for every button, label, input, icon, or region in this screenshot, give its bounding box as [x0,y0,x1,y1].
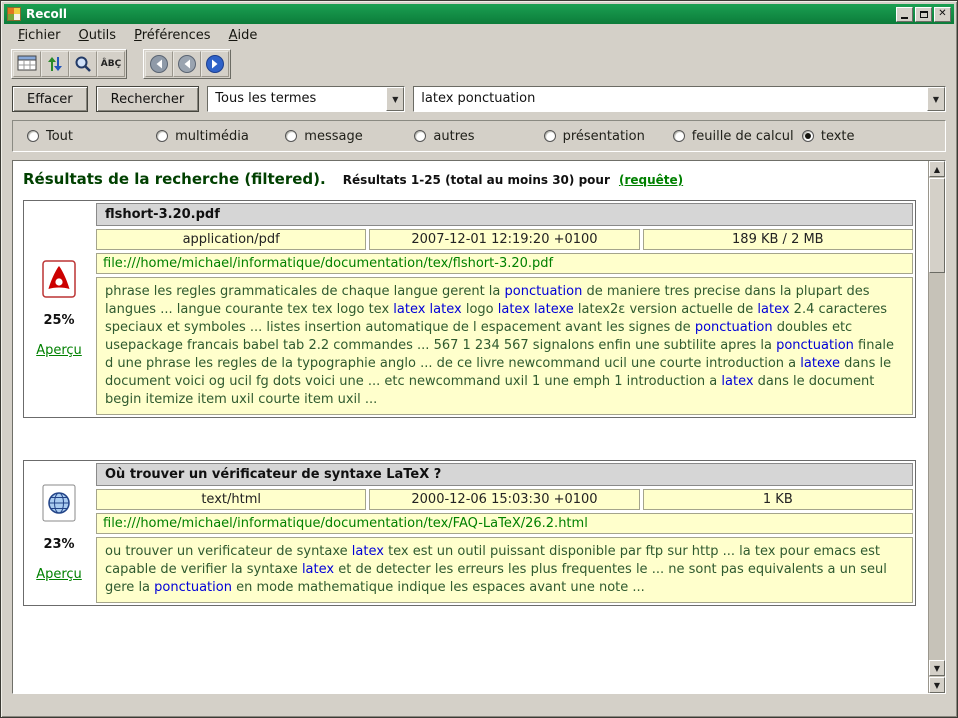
result-url-row: file:///home/michael/informatique/docume… [96,513,913,534]
recoll-window: Recoll ✕ Fichier Outils Préférences Aide… [0,0,958,718]
window-title: Recoll [26,4,891,24]
results-list: Résultats de la recherche (filtered). Ré… [13,161,928,693]
title-bar[interactable]: Recoll ✕ [4,4,954,24]
results-title: Résultats de la recherche (filtered). [23,170,326,188]
filter-autres[interactable]: autres [414,129,543,144]
result-url-link[interactable]: file:///home/michael/informatique/docume… [103,516,588,531]
prev-page-button[interactable] [173,51,201,77]
result-title: flshort-3.20.pdf [96,203,913,226]
magnifier-icon [74,55,92,73]
html-globe-icon [42,484,76,522]
search-mode-select[interactable]: Tous les termes ▼ [207,86,405,112]
date-cell: 2000-12-06 15:03:30 +0100 [369,489,639,510]
result-snippet: ou trouver un verificateur de syntaxe la… [96,537,913,603]
filter-tout[interactable]: Tout [27,129,156,144]
sort-arrows-icon [47,55,63,73]
filter-presentation[interactable]: présentation [544,129,673,144]
result-details: Où trouver un vérificateur de syntaxe La… [96,463,913,603]
query-input[interactable]: latex ponctuation ▼ [413,86,946,112]
status-bar [4,694,954,714]
minimize-button[interactable] [896,7,913,22]
toolbar: ÂBÇ [4,47,954,80]
close-icon: ✕ [938,9,946,19]
relevance-percent: 23% [43,537,74,552]
result-snippet: phrase les regles grammaticales de chaqu… [96,277,913,415]
term-explorer-button[interactable]: ÂBÇ [97,51,125,77]
result-url-row: file:///home/michael/informatique/docume… [96,253,913,274]
size-cell: 189 KB / 2 MB [643,229,913,250]
radio-icon [27,130,39,142]
close-button[interactable]: ✕ [934,7,951,22]
results-summary: Résultats 1-25 (total au moins 30) pour [343,173,610,187]
search-mode-value: Tous les termes [208,87,386,111]
clear-button[interactable]: Effacer [12,86,88,112]
toolbar-group-search: ÂBÇ [11,49,127,79]
recoll-app-icon [7,7,21,21]
result-icon-column: 23% Aperçu [26,463,92,603]
scroll-down-icon[interactable]: ▼ [929,677,945,693]
menu-preferences[interactable]: Préférences [125,25,219,46]
first-page-button[interactable] [145,51,173,77]
chevron-down-icon[interactable]: ▼ [386,87,404,111]
size-cell: 1 KB [643,489,913,510]
radio-icon [544,130,556,142]
result-item: 23% Aperçu Où trouver un vérificateur de… [23,460,916,606]
radio-icon [673,130,685,142]
search-row: Effacer Rechercher Tous les termes ▼ lat… [4,80,954,118]
abc-term-explorer-icon: ÂBÇ [101,59,121,69]
scroll-down-icon[interactable]: ▼ [929,660,945,676]
window-controls: ✕ [896,7,951,22]
toolbar-group-navigation [143,49,231,79]
radio-icon [414,130,426,142]
minimize-icon [901,17,908,19]
results-area: Résultats de la recherche (filtered). Ré… [12,160,946,694]
query-value: latex ponctuation [414,87,927,111]
scroll-up-icon[interactable]: ▲ [929,161,945,177]
result-meta-row: application/pdf 2007-12-01 12:19:20 +010… [96,229,913,250]
filter-multimedia[interactable]: multimédia [156,129,285,144]
result-meta-row: text/html 2000-12-06 15:03:30 +0100 1 KB [96,489,913,510]
radio-icon [802,130,814,142]
menu-bar: Fichier Outils Préférences Aide [4,24,954,47]
menu-aide[interactable]: Aide [220,25,267,46]
maximize-button[interactable] [915,7,932,22]
radio-icon [285,130,297,142]
preview-link[interactable]: Aperçu [36,567,82,582]
filter-feuille-de-calcul[interactable]: feuille de calcul [673,129,802,144]
preview-link[interactable]: Aperçu [36,343,82,358]
radio-icon [156,130,168,142]
result-title: Où trouver un vérificateur de syntaxe La… [96,463,913,486]
search-tool-button[interactable] [69,51,97,77]
first-page-circle-arrow-icon [149,54,169,74]
next-page-circle-arrow-icon [205,54,225,74]
category-filter-bar: Tout multimédia message autres présentat… [12,120,946,152]
menu-fichier[interactable]: Fichier [9,25,70,46]
result-icon-column: 25% Aperçu [26,203,92,415]
filter-texte[interactable]: texte [802,129,931,144]
mime-type-cell: application/pdf [96,229,366,250]
sort-button[interactable] [41,51,69,77]
result-item: 25% Aperçu flshort-3.20.pdf application/… [23,200,916,418]
next-page-button[interactable] [201,51,229,77]
chevron-down-icon[interactable]: ▼ [927,87,945,111]
scrollbar-thumb[interactable] [929,178,945,273]
results-header: Résultats de la recherche (filtered). Ré… [21,167,922,192]
result-url-link[interactable]: file:///home/michael/informatique/docume… [103,256,553,271]
result-details: flshort-3.20.pdf application/pdf 2007-12… [96,203,913,415]
query-details-link[interactable]: (requête) [619,173,683,187]
clear-search-grid-icon [17,55,37,73]
clear-search-button[interactable] [13,51,41,77]
filter-message[interactable]: message [285,129,414,144]
date-cell: 2007-12-01 12:19:20 +0100 [369,229,639,250]
mime-type-cell: text/html [96,489,366,510]
maximize-icon [920,11,928,18]
search-button[interactable]: Rechercher [96,86,200,112]
pdf-document-icon [42,260,76,298]
prev-page-circle-arrow-icon [177,54,197,74]
menu-outils[interactable]: Outils [70,25,126,46]
vertical-scrollbar[interactable]: ▲ ▼ ▼ [928,161,945,693]
relevance-percent: 25% [43,313,74,328]
